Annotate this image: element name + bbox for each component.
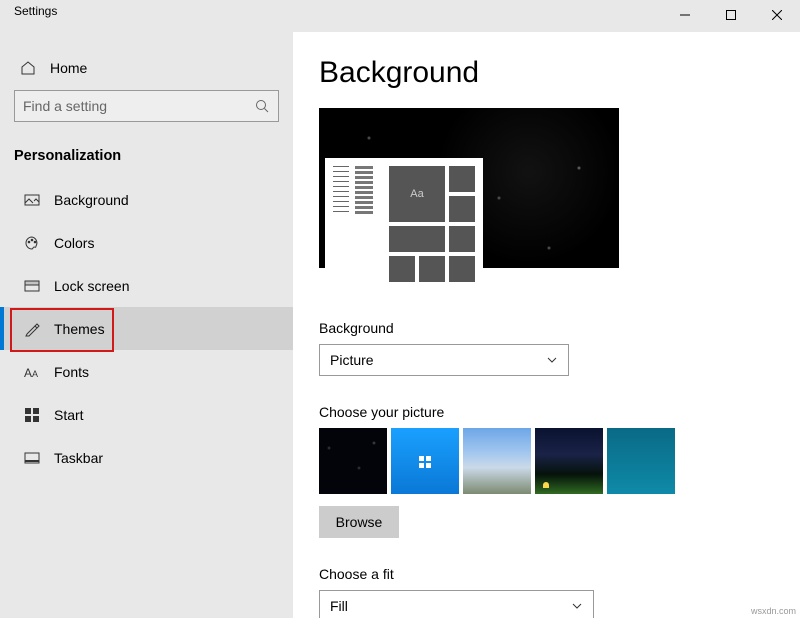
browse-button[interactable]: Browse: [319, 506, 399, 538]
picture-thumb-4[interactable]: [535, 428, 603, 494]
preview-menu-icon: [355, 166, 373, 216]
picture-thumb-3[interactable]: [463, 428, 531, 494]
minimize-button[interactable]: [662, 0, 708, 30]
background-type-select[interactable]: Picture: [319, 344, 569, 376]
fit-value: Fill: [330, 598, 571, 614]
sidebar-section-title: Personalization: [0, 132, 293, 178]
preview-sample-text: Aa: [389, 166, 445, 222]
sidebar-item-label: Start: [54, 407, 84, 423]
picture-icon: [24, 192, 40, 208]
maximize-button[interactable]: [708, 0, 754, 30]
choose-picture-label: Choose your picture: [319, 404, 780, 420]
window-title: Settings: [14, 4, 57, 18]
sidebar-item-lockscreen[interactable]: Lock screen: [0, 264, 293, 307]
sidebar: Home Personalization Background Colors: [0, 32, 293, 618]
titlebar: Settings: [0, 0, 800, 32]
choose-fit-label: Choose a fit: [319, 566, 780, 582]
preview-start-tiles: Aa: [389, 166, 479, 268]
search-icon: [254, 98, 270, 114]
picture-thumb-5[interactable]: [607, 428, 675, 494]
lockscreen-icon: [24, 278, 40, 294]
sidebar-item-start[interactable]: Start: [0, 393, 293, 436]
svg-text:A: A: [32, 369, 38, 379]
palette-icon: [24, 235, 40, 251]
sidebar-item-themes[interactable]: Themes: [0, 307, 293, 350]
chevron-down-icon: [571, 600, 583, 612]
sidebar-item-label: Colors: [54, 235, 94, 251]
picture-thumb-2[interactable]: [391, 428, 459, 494]
sidebar-item-fonts[interactable]: AA Fonts: [0, 350, 293, 393]
sidebar-item-taskbar[interactable]: Taskbar: [0, 436, 293, 479]
sidebar-item-label: Themes: [54, 321, 105, 337]
search-box[interactable]: [14, 90, 279, 122]
start-icon: [24, 407, 40, 423]
home-icon: [20, 60, 36, 76]
background-type-value: Picture: [330, 352, 546, 368]
close-button[interactable]: [754, 0, 800, 30]
watermark: wsxdn.com: [751, 606, 796, 616]
fit-select[interactable]: Fill: [319, 590, 594, 618]
taskbar-icon: [24, 450, 40, 466]
search-input[interactable]: [23, 98, 254, 114]
sidebar-home[interactable]: Home: [0, 48, 293, 88]
themes-icon: [24, 321, 40, 337]
picture-thumb-1[interactable]: [319, 428, 387, 494]
sidebar-item-label: Taskbar: [54, 450, 103, 466]
preview-text-icon: [333, 166, 349, 216]
background-type-label: Background: [319, 320, 780, 336]
svg-text:A: A: [24, 366, 32, 379]
page-title: Background: [319, 56, 780, 90]
sidebar-item-background[interactable]: Background: [0, 178, 293, 221]
sidebar-item-colors[interactable]: Colors: [0, 221, 293, 264]
sidebar-item-label: Fonts: [54, 364, 89, 380]
fonts-icon: AA: [24, 364, 40, 380]
home-label: Home: [50, 60, 87, 76]
chevron-down-icon: [546, 354, 558, 366]
picture-thumbnails: [319, 428, 780, 494]
sidebar-item-label: Background: [54, 192, 129, 208]
content-pane: Background Aa: [293, 32, 800, 618]
desktop-preview: Aa: [319, 108, 619, 268]
sidebar-item-label: Lock screen: [54, 278, 129, 294]
